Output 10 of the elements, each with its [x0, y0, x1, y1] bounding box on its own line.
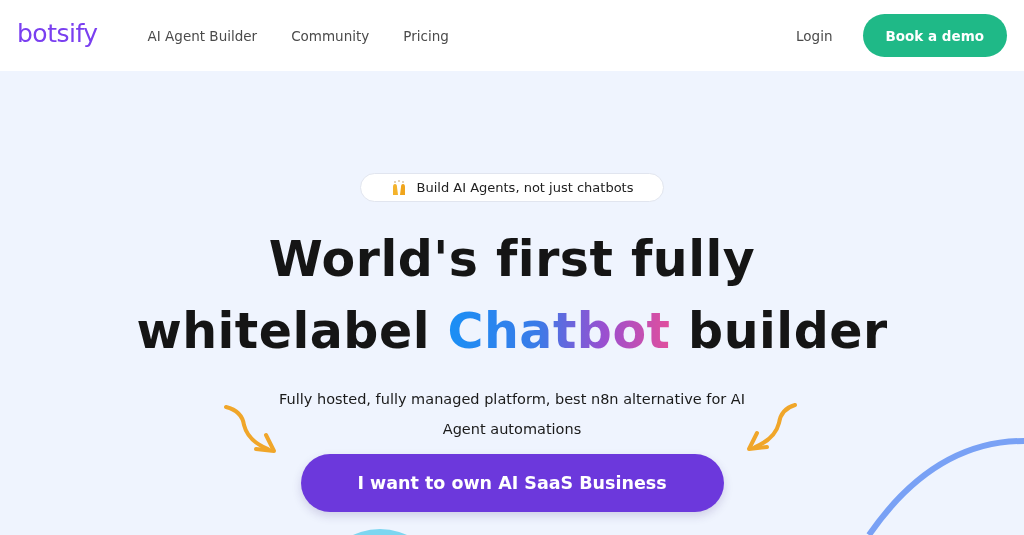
- announcement-badge: Build AI Agents, not just chatbots: [359, 173, 665, 202]
- nav-link[interactable]: Pricing: [403, 27, 449, 44]
- cta-button[interactable]: I want to own AI SaaS Business: [300, 454, 724, 512]
- subtitle: Fully hosted, fully managed platform, best n8n alternative for AI Agent automations: [277, 390, 747, 439]
- nav-link[interactable]: AI Agent Builder: [147, 27, 258, 44]
- login-link[interactable]: Login: [796, 27, 833, 44]
- headline: World's first fully whitelabel Chatbot builder: [136, 230, 888, 362]
- curved-arrow-icon: [222, 403, 278, 455]
- nav-link[interactable]: Community: [291, 27, 370, 44]
- logo[interactable]: botsify: [17, 19, 98, 48]
